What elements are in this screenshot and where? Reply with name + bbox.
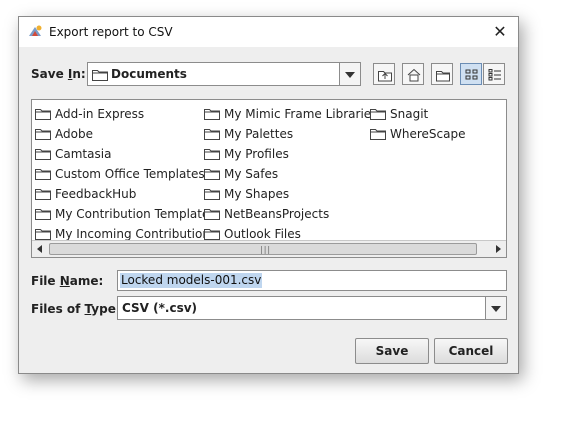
folder-item-label: Add-in Express	[55, 107, 145, 121]
folder-item-label: My Incoming Contributions	[55, 227, 217, 241]
save-in-label: Save In:	[31, 67, 86, 81]
folder-item[interactable]: My Shapes	[204, 184, 377, 204]
folder-item[interactable]: Snagit	[370, 104, 465, 124]
folder-item[interactable]: My Palettes	[204, 124, 377, 144]
save-in-dropdown[interactable]: Documents	[87, 62, 361, 86]
file-name-input[interactable]: Locked models-001.csv	[117, 270, 507, 291]
folder-item-label: My Shapes	[224, 187, 290, 201]
folder-item-label: My Mimic Frame Libraries	[224, 107, 378, 121]
folder-item[interactable]: Add-in Express	[35, 104, 216, 124]
file-type-label: Files of Type:	[31, 302, 121, 316]
scrollbar-grip: |||	[260, 245, 272, 254]
file-type-dropdown[interactable]: CSV (*.csv)	[117, 296, 507, 320]
folder-item[interactable]: FeedbackHub	[35, 184, 216, 204]
details-view-icon	[488, 69, 501, 81]
folder-icon	[35, 169, 51, 180]
home-button[interactable]	[402, 63, 424, 85]
export-dialog: Export report to CSV ✕ Save In: Document…	[18, 16, 519, 374]
title-bar: Export report to CSV ✕	[19, 17, 518, 47]
save-in-value: Documents	[111, 67, 187, 81]
folder-icon	[204, 229, 220, 240]
folder-icon	[204, 169, 220, 180]
window-title: Export report to CSV	[49, 25, 173, 39]
folder-item[interactable]: My Profiles	[204, 144, 377, 164]
folder-item-label: Camtasia	[55, 147, 112, 161]
folder-item-label: My Profiles	[224, 147, 289, 161]
folder-icon	[35, 149, 51, 160]
file-type-value: CSV (*.csv)	[122, 301, 198, 315]
folder-item[interactable]: Camtasia	[35, 144, 216, 164]
folder-icon	[204, 209, 220, 220]
list-view-button[interactable]	[460, 63, 482, 85]
folder-icon	[204, 129, 220, 140]
folder-icon	[204, 109, 220, 120]
cancel-button[interactable]: Cancel	[434, 338, 508, 364]
folder-item-label: FeedbackHub	[55, 187, 137, 201]
chevron-down-icon[interactable]	[339, 63, 360, 85]
scroll-left-icon[interactable]	[33, 242, 47, 256]
folder-item-label: Snagit	[390, 107, 429, 121]
up-one-level-icon	[378, 71, 392, 82]
folder-icon	[370, 109, 386, 120]
list-view-icon	[465, 69, 478, 80]
file-name-value: Locked models-001.csv	[120, 273, 263, 288]
file-column-2: My Mimic Frame Libraries My Palettes My Pr…	[204, 104, 377, 244]
close-button[interactable]: ✕	[490, 22, 510, 42]
folder-icon	[35, 129, 51, 140]
new-folder-icon	[436, 71, 450, 82]
file-name-label: File Name:	[31, 274, 104, 288]
folder-item[interactable]: Custom Office Templates	[35, 164, 216, 184]
folder-item[interactable]: My Mimic Frame Libraries	[204, 104, 377, 124]
folder-item[interactable]: NetBeansProjects	[204, 204, 377, 224]
horizontal-scrollbar[interactable]: |||	[32, 240, 506, 257]
app-logo-icon	[29, 25, 42, 36]
folder-icon	[35, 109, 51, 120]
folder-icon	[92, 70, 108, 81]
file-column-3: Snagit WhereScape	[370, 104, 465, 144]
folder-item-label: My Contribution Templates	[55, 207, 216, 221]
chevron-down-icon[interactable]	[485, 297, 506, 319]
folder-icon	[370, 129, 386, 140]
folder-icon	[35, 209, 51, 220]
file-list[interactable]: Add-in Express Adobe Camtasia Custom Office…	[31, 99, 507, 258]
folder-item[interactable]: My Safes	[204, 164, 377, 184]
save-button[interactable]: Save	[355, 338, 429, 364]
scroll-right-icon[interactable]	[491, 242, 505, 256]
folder-icon	[35, 229, 51, 240]
folder-item-label: WhereScape	[390, 127, 466, 141]
folder-icon	[204, 149, 220, 160]
folder-item[interactable]: Adobe	[35, 124, 216, 144]
folder-item[interactable]: WhereScape	[370, 124, 465, 144]
folder-icon	[204, 189, 220, 200]
folder-item[interactable]: My Contribution Templates	[35, 204, 216, 224]
folder-item-label: NetBeansProjects	[224, 207, 330, 221]
folder-item-label: Adobe	[55, 127, 93, 141]
up-one-level-button[interactable]	[373, 63, 395, 85]
folder-item-label: My Safes	[224, 167, 279, 181]
folder-item-label: Custom Office Templates	[55, 167, 205, 181]
folder-item-label: My Palettes	[224, 127, 294, 141]
details-view-button[interactable]	[483, 63, 505, 85]
file-column-1: Add-in Express Adobe Camtasia Custom Office…	[35, 104, 216, 244]
folder-icon	[35, 189, 51, 200]
home-icon	[407, 68, 421, 82]
new-folder-button[interactable]	[431, 63, 453, 85]
scrollbar-thumb[interactable]: |||	[49, 243, 477, 255]
folder-item-label: Outlook Files	[224, 227, 301, 241]
